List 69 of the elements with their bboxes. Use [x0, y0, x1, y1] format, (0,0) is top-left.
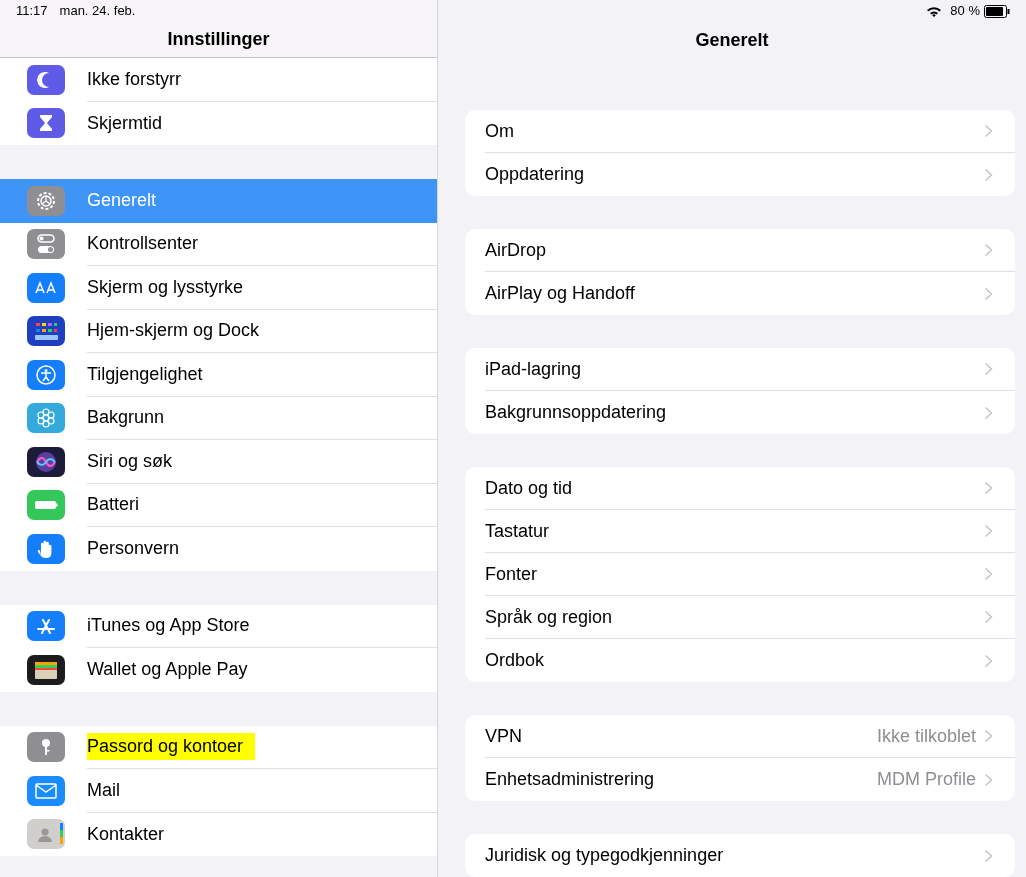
sidebar-item-label: Skjermtid — [87, 111, 162, 135]
sidebar-item-label: Kontakter — [87, 822, 165, 846]
sidebar-item-label: Kontrollsenter — [87, 232, 199, 256]
chevron-icon — [984, 124, 993, 138]
chevron-icon — [984, 610, 993, 624]
gear-icon — [27, 185, 65, 216]
settings-row-label[interactable]: AirPlay og Handoff — [485, 280, 984, 307]
sidebar-title: Innstillinger — [167, 28, 270, 51]
status-time: 11:17 — [16, 2, 48, 21]
wifi-icon — [926, 5, 943, 17]
sidebar-item-label: Bakgrunn — [87, 406, 165, 430]
settings-row-label[interactable]: VPN — [485, 722, 877, 750]
sidebar-item-label: Mail — [87, 778, 120, 802]
battery-icon — [27, 490, 65, 521]
battery-percentage: 80 % — [950, 2, 980, 21]
sidebar-item-label: Wallet og Apple Pay — [87, 658, 248, 682]
app-store-icon — [27, 611, 65, 642]
settings-row-label[interactable]: Bakgrunnsoppdatering — [485, 399, 984, 426]
accessibility-icon — [27, 359, 65, 390]
settings-row-label[interactable]: Ordbok — [485, 647, 984, 674]
settings-row-label[interactable]: Tastatur — [485, 517, 984, 545]
settings-row-label[interactable]: Enhetsadministrering — [485, 766, 877, 793]
chevron-icon — [984, 362, 993, 376]
battery-icon — [984, 4, 1010, 18]
chevron-icon — [984, 167, 993, 182]
settings-row-value: Ikke tilkoblet — [876, 724, 976, 748]
sidebar-item-label: Generelt — [87, 189, 157, 213]
app-grid-icon — [27, 316, 65, 347]
envelope-icon — [27, 775, 65, 806]
settings-row-label[interactable]: Oppdatering — [485, 161, 984, 188]
hand-icon — [27, 533, 65, 564]
detail-title: Generelt — [695, 28, 769, 52]
sidebar-item-label: Batteri — [87, 493, 140, 517]
display-icon — [27, 272, 65, 303]
chevron-icon — [984, 772, 993, 787]
settings-row-value: MDM Profile — [877, 768, 976, 791]
sidebar-item-label: Ikke forstyrr — [87, 67, 181, 91]
sidebar-item-label: Tilgjengelighet — [87, 362, 203, 386]
key-icon — [27, 732, 65, 763]
siri-icon — [27, 446, 65, 477]
sidebar-item-label: Personvern — [87, 537, 180, 561]
moon-icon — [27, 64, 65, 95]
sidebar-item-label: Skjerm og lysstyrke — [87, 275, 244, 299]
flower-icon — [27, 403, 65, 434]
sidebar-item-label: Siri og søk — [87, 449, 173, 473]
sidebar-item-label: Passord og kontoer — [87, 733, 256, 761]
chevron-icon — [984, 481, 993, 495]
hourglass-icon — [27, 108, 65, 139]
settings-row-label[interactable]: AirDrop — [485, 236, 984, 264]
chevron-icon — [984, 286, 993, 301]
chevron-icon — [984, 243, 993, 257]
wallet-icon — [27, 654, 65, 685]
settings-row-label[interactable]: Fonter — [485, 560, 984, 588]
chevron-icon — [984, 524, 993, 538]
status-date: man. 24. feb. — [59, 2, 136, 21]
settings-row-label[interactable]: Språk og region — [485, 603, 984, 631]
settings-row-label[interactable]: Dato og tid — [485, 474, 984, 502]
chevron-icon — [984, 567, 993, 581]
settings-row-label[interactable]: Juridisk og typegodkjenninger — [485, 842, 984, 869]
settings-row-label[interactable]: iPad-lagring — [485, 355, 984, 383]
contact-card-icon — [27, 819, 65, 850]
chevron-icon — [984, 848, 993, 863]
sidebar-item-label: iTunes og App Store — [87, 614, 250, 638]
chevron-icon — [984, 405, 993, 420]
toggles-icon — [27, 229, 65, 260]
chevron-icon — [984, 653, 993, 668]
settings-row-label[interactable]: Om — [485, 117, 984, 145]
sidebar-item-label: Hjem-skjerm og Dock — [87, 319, 260, 343]
chevron-icon — [984, 729, 993, 743]
